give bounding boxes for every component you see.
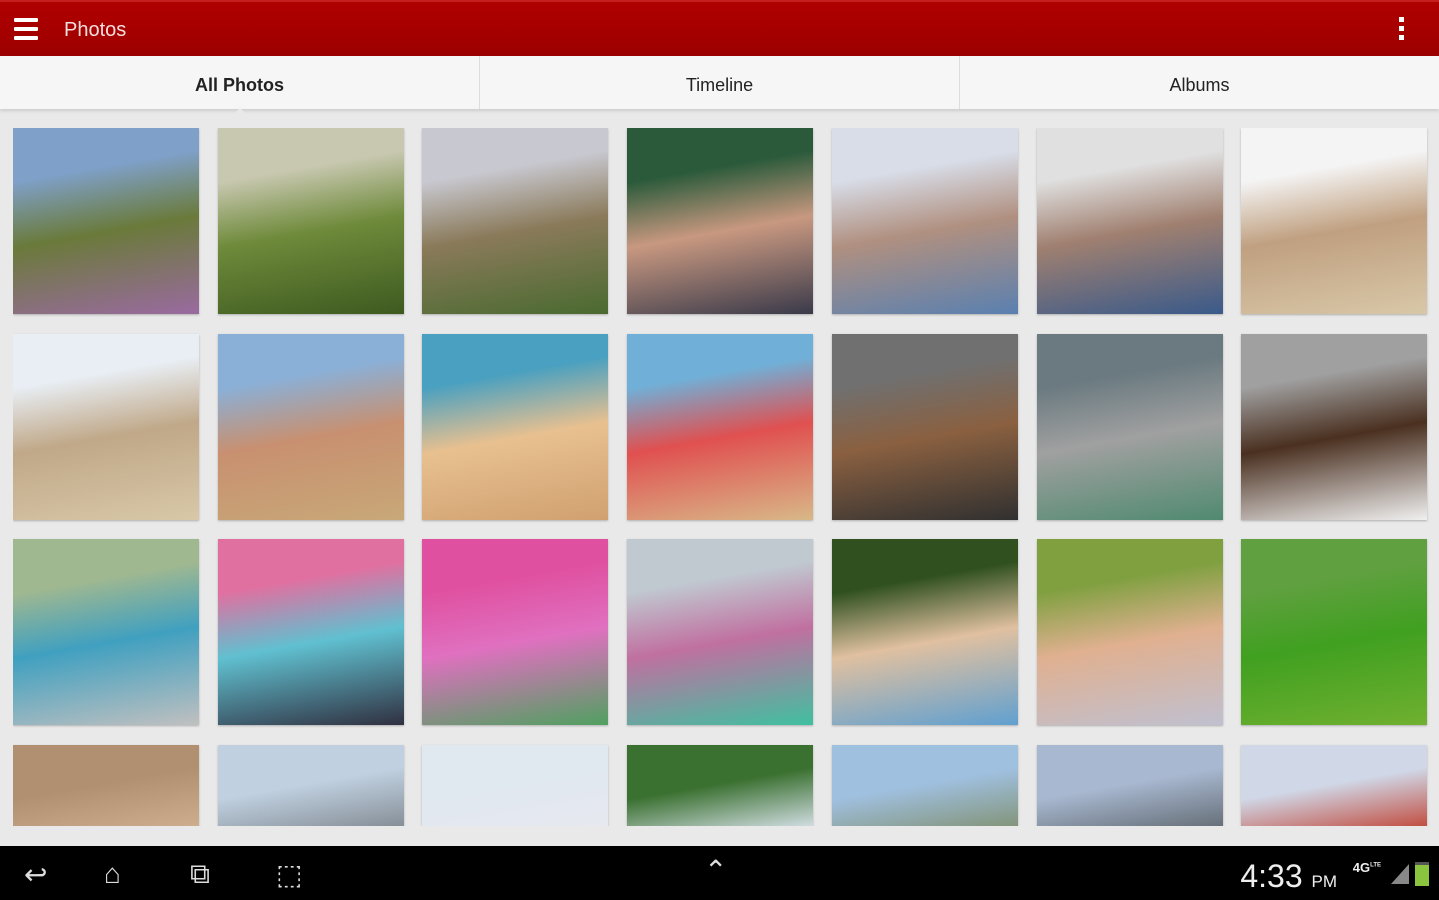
tab-timeline[interactable]: Timeline [480, 56, 960, 109]
screenshot-icon[interactable]: ⬚ [276, 858, 302, 891]
back-icon[interactable]: ↩ [24, 858, 47, 891]
photo-thumbnail[interactable] [217, 744, 404, 826]
photo-thumbnail[interactable] [1241, 744, 1428, 826]
tab-albums[interactable]: Albums [960, 56, 1439, 109]
photo-thumbnail[interactable] [1036, 539, 1223, 725]
photo-thumbnail[interactable] [831, 333, 1018, 520]
photo-thumbnail[interactable] [831, 539, 1018, 725]
photo-thumbnail[interactable] [13, 539, 199, 725]
recent-apps-icon[interactable]: ⧉ [190, 858, 210, 891]
photo-thumbnail[interactable] [422, 128, 609, 314]
clock: 4:33 PM [1240, 858, 1337, 895]
photo-thumbnail[interactable] [217, 539, 404, 725]
clock-time: 4:33 [1240, 858, 1303, 894]
photo-thumbnail[interactable] [422, 539, 609, 725]
photo-thumbnail[interactable] [627, 539, 814, 725]
clock-ampm: PM [1311, 872, 1338, 891]
tab-all-photos[interactable]: All Photos [0, 56, 480, 116]
photo-grid [13, 128, 1433, 826]
photo-thumbnail[interactable] [831, 744, 1018, 826]
photo-thumbnail[interactable] [1036, 333, 1223, 520]
photo-thumbnail[interactable] [422, 744, 609, 826]
photo-thumbnail[interactable] [627, 333, 814, 520]
hamburger-icon[interactable] [14, 18, 38, 40]
network-indicator: 4GLTE [1353, 860, 1381, 875]
tab-bar: All Photos Timeline Albums [0, 56, 1439, 116]
system-nav-bar: ↩ ⌂ ⧉ ⬚ ⌃ 4:33 PM 4GLTE [0, 846, 1439, 900]
photo-thumbnail[interactable] [627, 744, 814, 826]
photo-thumbnail[interactable] [13, 333, 199, 520]
signal-icon [1391, 864, 1409, 884]
chevron-up-icon[interactable]: ⌃ [704, 854, 727, 887]
network-sub: LTE [1370, 862, 1381, 869]
photo-thumbnail[interactable] [1241, 128, 1428, 314]
more-vert-icon[interactable] [1399, 17, 1405, 44]
photo-thumbnail[interactable] [217, 333, 404, 520]
photo-thumbnail[interactable] [217, 128, 404, 314]
app-bar: Photos [0, 0, 1439, 56]
photo-thumbnail[interactable] [1241, 539, 1428, 725]
photo-thumbnail[interactable] [13, 128, 199, 314]
photo-thumbnail[interactable] [1036, 128, 1223, 314]
photo-thumbnail[interactable] [1036, 744, 1223, 826]
photo-thumbnail[interactable] [422, 333, 609, 520]
photo-thumbnail[interactable] [831, 128, 1018, 314]
photo-thumbnail[interactable] [627, 128, 814, 314]
app-title: Photos [64, 19, 127, 41]
home-icon[interactable]: ⌂ [104, 858, 121, 890]
network-type: 4G [1352, 860, 1371, 875]
photo-thumbnail[interactable] [13, 744, 199, 826]
battery-icon [1415, 862, 1429, 886]
photo-thumbnail[interactable] [1241, 333, 1428, 520]
